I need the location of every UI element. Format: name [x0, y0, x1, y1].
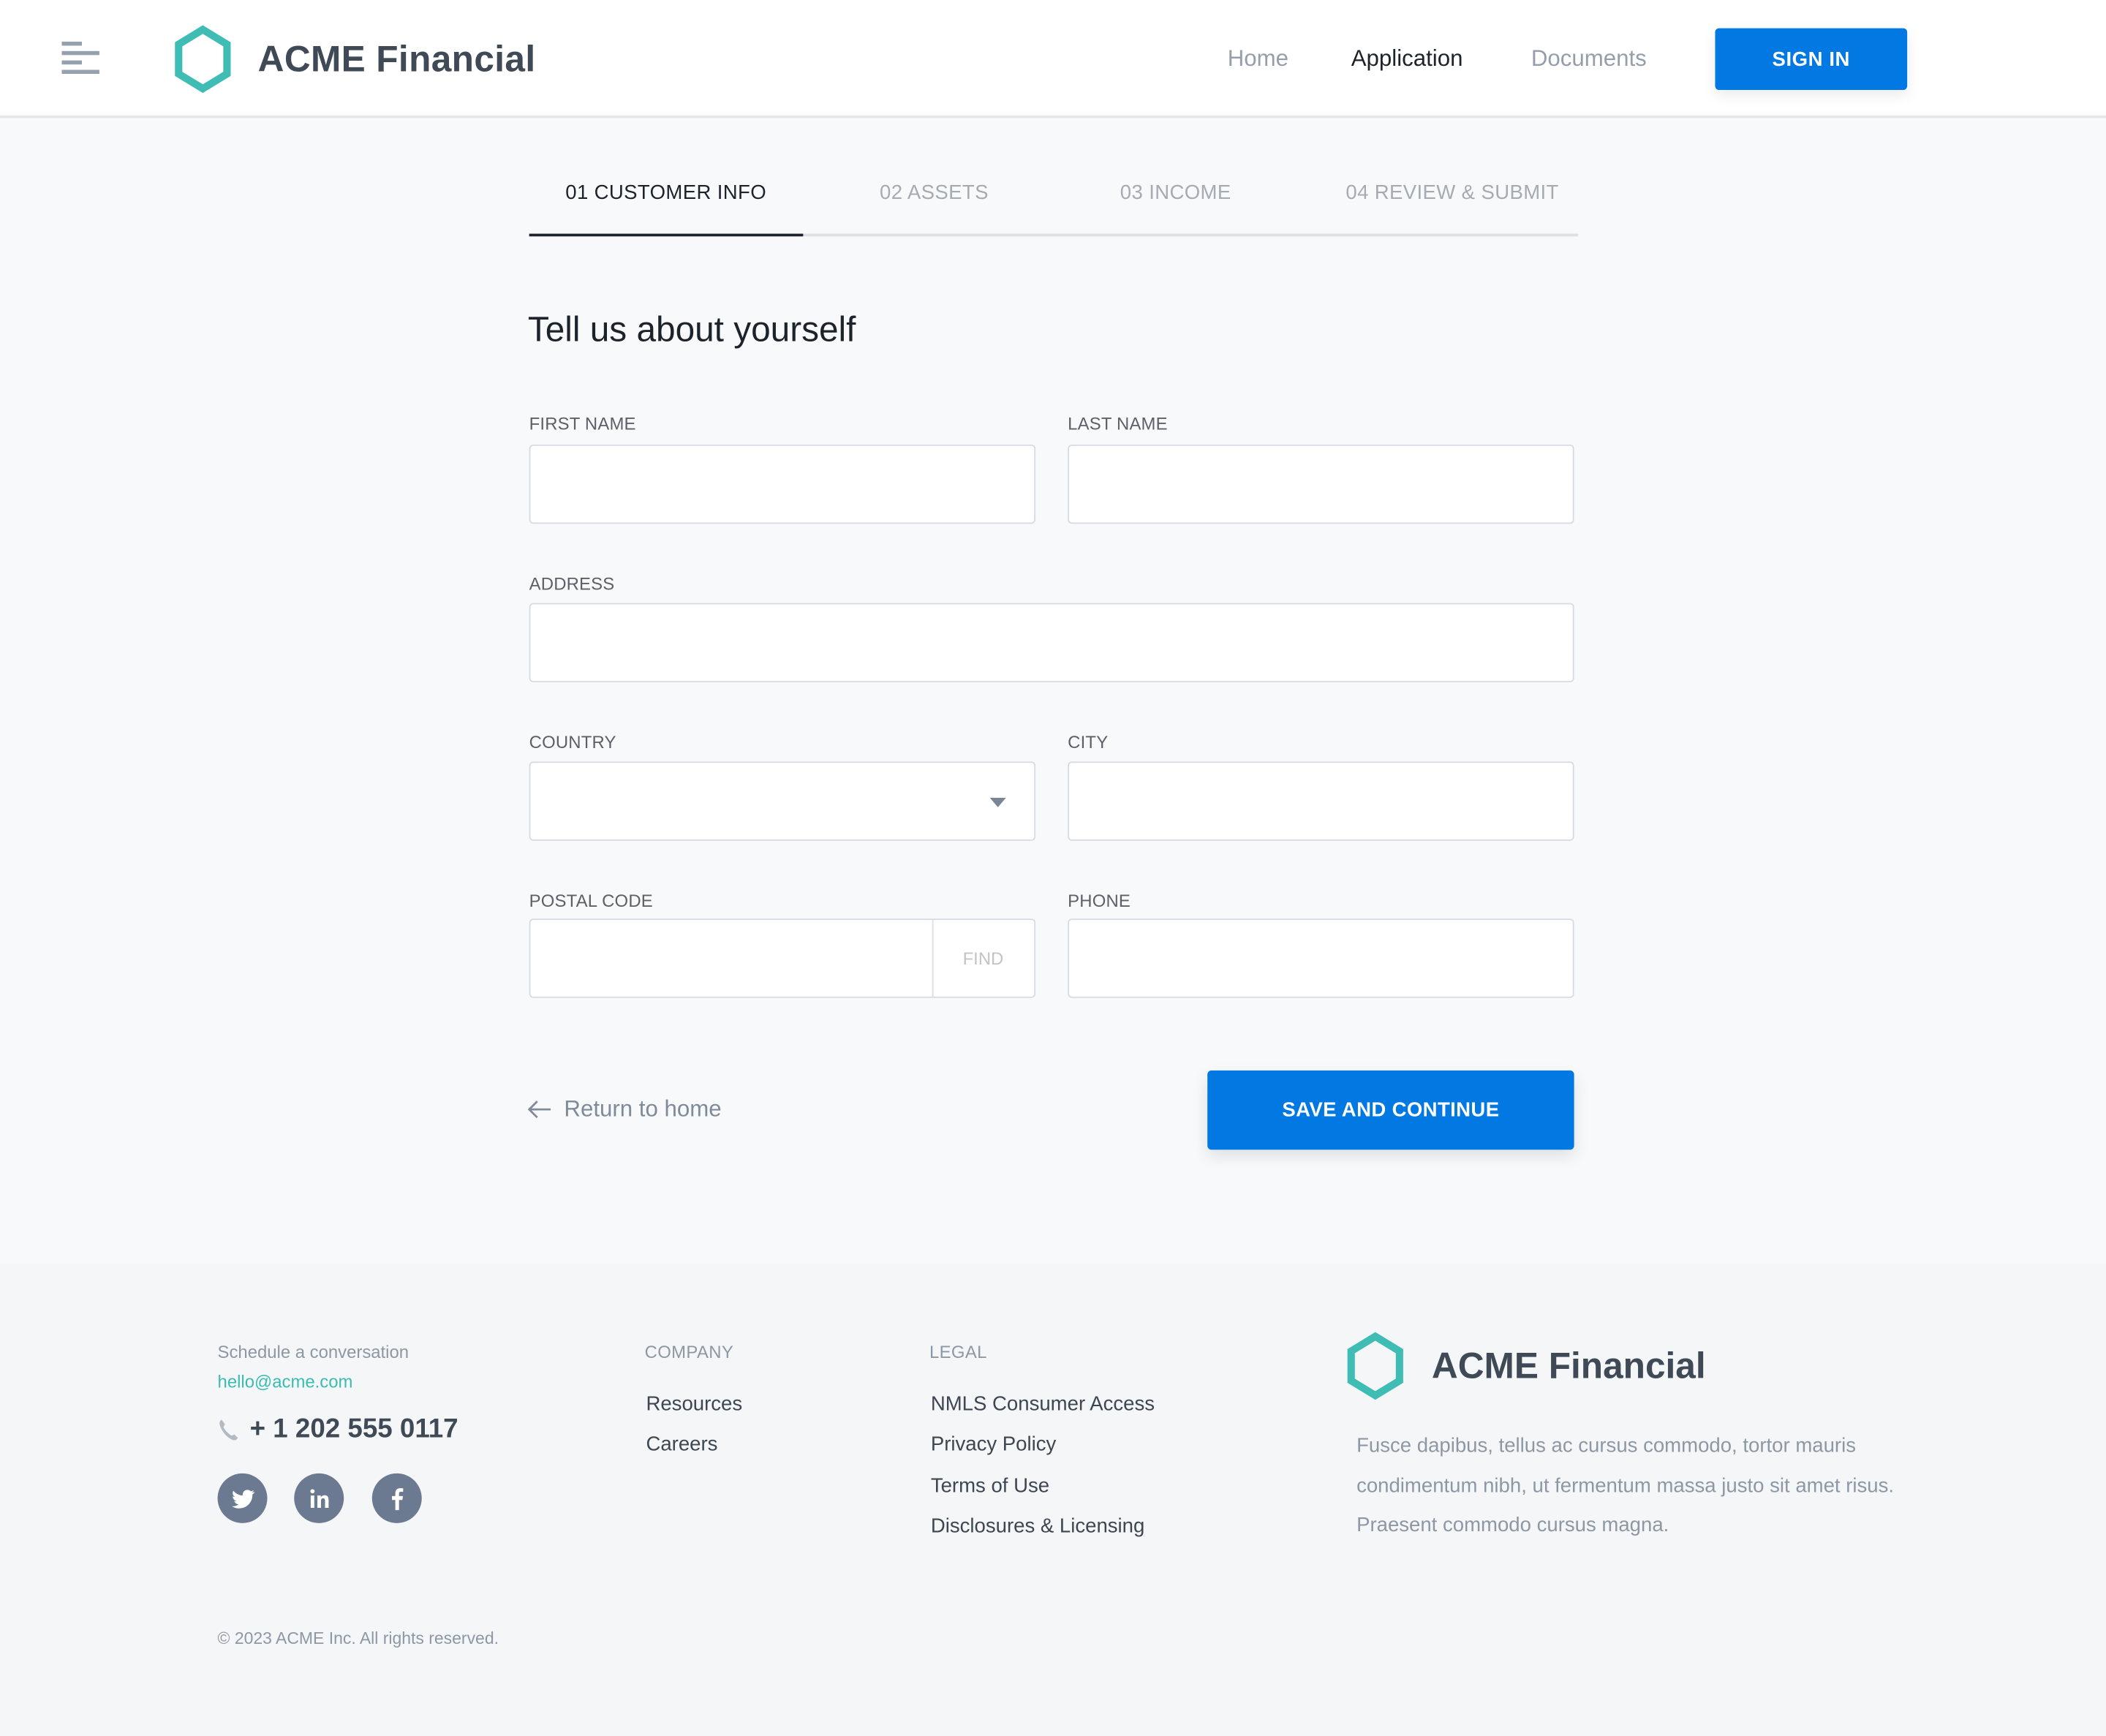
facebook-icon [391, 1487, 403, 1510]
footer-link-nmls[interactable]: NMLS Consumer Access [931, 1393, 1155, 1416]
application-steps: 01 CUSTOMER INFO 02 ASSETS 03 INCOME 04 … [529, 161, 1579, 237]
save-and-continue-button[interactable]: SAVE AND CONTINUE [1207, 1070, 1574, 1150]
city-label: CITY [1068, 732, 1109, 752]
facebook-button[interactable] [371, 1473, 422, 1523]
footer-link-disclosures[interactable]: Disclosures & Licensing [931, 1515, 1144, 1538]
linkedin-icon [309, 1488, 328, 1508]
footer-link-careers[interactable]: Careers [646, 1433, 717, 1456]
chevron-down-icon [989, 797, 1006, 807]
postal-code-label: POSTAL CODE [529, 890, 653, 911]
company-heading: COMPANY [644, 1341, 734, 1362]
return-to-home-link[interactable]: Return to home [527, 1095, 722, 1123]
arrow-left-icon [527, 1101, 551, 1119]
top-nav-bar: ACME Financial Home Application Document… [0, 0, 2106, 118]
first-name-field [529, 444, 1036, 524]
hamburger-menu-icon[interactable] [61, 41, 99, 77]
step-review-submit[interactable]: 04 REVIEW & SUBMIT [1346, 181, 1558, 204]
return-to-home-label: Return to home [564, 1095, 722, 1122]
nav-documents[interactable]: Documents [1531, 45, 1647, 72]
brand-logo[interactable]: ACME Financial [172, 24, 535, 94]
contact-email-link[interactable]: hello@acme.com [218, 1371, 353, 1392]
footer-description: Fusce dapibus, tellus ac cursus commodo,… [1356, 1434, 1895, 1537]
legal-heading: LEGAL [929, 1341, 987, 1362]
last-name-input[interactable] [1069, 445, 1573, 523]
contact-phone[interactable]: + 1 202 555 0117 [218, 1414, 458, 1445]
last-name-field [1068, 444, 1574, 524]
phone-input[interactable] [1069, 920, 1573, 997]
footer-brand-logo: ACME Financial [1345, 1331, 1706, 1401]
footer-link-terms[interactable]: Terms of Use [931, 1475, 1049, 1498]
step-customer-info[interactable]: 01 CUSTOMER INFO [565, 181, 766, 204]
address-input[interactable] [530, 604, 1573, 682]
first-name-label: FIRST NAME [529, 413, 636, 434]
copyright: © 2023 ACME Inc. All rights reserved. [217, 1629, 499, 1648]
footer-brand-name: ACME Financial [1431, 1345, 1706, 1386]
form-title: Tell us about yourself [527, 309, 856, 350]
twitter-icon [231, 1489, 254, 1508]
find-button[interactable]: FIND [932, 920, 1035, 997]
linkedin-button[interactable] [294, 1473, 344, 1523]
postal-code-input[interactable] [530, 920, 932, 997]
nav-home[interactable]: Home [1228, 45, 1288, 72]
step-assets[interactable]: 02 ASSETS [880, 181, 989, 204]
postal-code-field: FIND [529, 918, 1036, 998]
first-name-input[interactable] [530, 445, 1035, 523]
brand-name: ACME Financial [257, 38, 536, 79]
city-field [1068, 761, 1574, 841]
footer: Schedule a conversation hello@acme.com +… [0, 1264, 2106, 1736]
address-field [529, 603, 1574, 683]
active-step-indicator [529, 233, 804, 237]
phone-number: + 1 202 555 0117 [249, 1414, 458, 1444]
footer-link-resources[interactable]: Resources [646, 1393, 742, 1416]
country-select[interactable] [529, 761, 1036, 841]
address-label: ADDRESS [529, 573, 615, 594]
twitter-button[interactable] [217, 1473, 268, 1523]
last-name-label: LAST NAME [1068, 413, 1168, 434]
schedule-label: Schedule a conversation [217, 1341, 410, 1362]
footer-link-privacy[interactable]: Privacy Policy [931, 1433, 1056, 1456]
city-input[interactable] [1069, 763, 1573, 839]
sign-in-button[interactable]: SIGN IN [1715, 28, 1908, 91]
hexagon-logo-icon [1347, 1332, 1403, 1400]
phone-icon [219, 1419, 238, 1441]
step-income[interactable]: 03 INCOME [1120, 181, 1231, 204]
phone-label: PHONE [1068, 890, 1131, 911]
hexagon-logo-icon [175, 25, 231, 94]
page: ACME Financial Home Application Document… [0, 0, 2106, 1736]
country-label: COUNTRY [529, 732, 616, 752]
nav-application[interactable]: Application [1351, 45, 1463, 72]
phone-field [1068, 918, 1574, 998]
